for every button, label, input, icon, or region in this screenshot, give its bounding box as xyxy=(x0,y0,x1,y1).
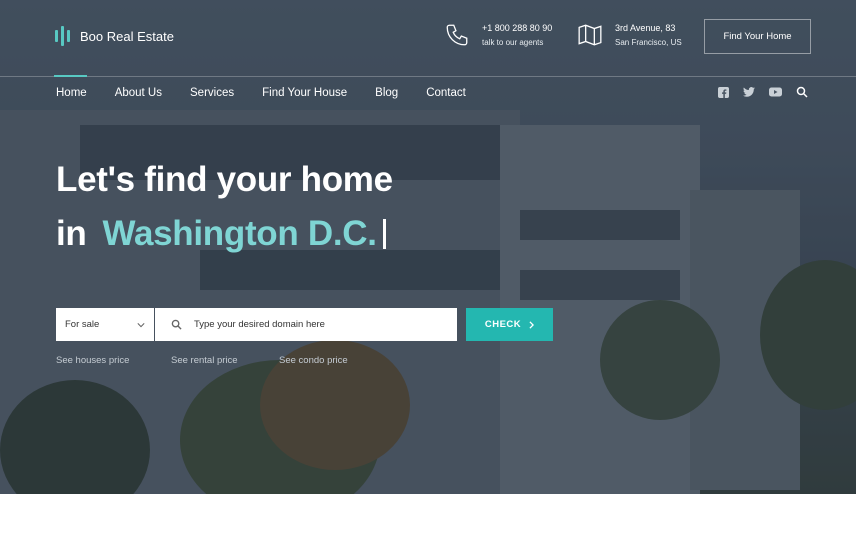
chevron-right-icon xyxy=(529,320,535,329)
listing-type-select[interactable]: For sale xyxy=(56,308,154,341)
nav-item-contact[interactable]: Contact xyxy=(426,87,466,99)
search-icon[interactable] xyxy=(796,86,808,98)
nav-item-services[interactable]: Services xyxy=(190,87,234,99)
hero-city: Washington D.C. xyxy=(102,214,377,253)
chevron-down-icon xyxy=(137,322,145,327)
address-contact: 3rd Avenue, 83 San Francisco, US xyxy=(577,22,682,48)
phone-caption: talk to our agents xyxy=(482,38,544,47)
hero-prefix: in xyxy=(56,214,87,253)
hero-headline: Let's find your home xyxy=(56,160,393,199)
hero-section: Boo Real Estate +1 800 288 80 90 talk to… xyxy=(0,0,856,494)
social-links xyxy=(718,86,808,98)
search-input[interactable] xyxy=(194,319,434,330)
text-cursor xyxy=(382,219,386,249)
nav-item-home[interactable]: Home xyxy=(56,87,87,99)
brand-name: Boo Real Estate xyxy=(80,28,174,44)
nav-active-indicator xyxy=(54,75,87,77)
phone-icon xyxy=(446,24,468,46)
twitter-icon[interactable] xyxy=(743,87,755,97)
youtube-icon[interactable] xyxy=(769,87,782,97)
address-city: San Francisco, US xyxy=(615,38,682,47)
phone-number: +1 800 288 80 90 xyxy=(482,23,553,33)
nav-item-blog[interactable]: Blog xyxy=(375,87,398,99)
phone-contact: +1 800 288 80 90 talk to our agents xyxy=(444,22,552,48)
logo-bars-icon xyxy=(55,26,70,46)
link-houses-price[interactable]: See houses price xyxy=(56,355,129,366)
link-condo-price[interactable]: See condo price xyxy=(279,355,348,366)
search-icon xyxy=(171,319,182,330)
main-nav: Home About Us Services Find Your House B… xyxy=(56,87,494,99)
hero-subheadline: in Washington D.C. xyxy=(56,214,386,254)
find-your-home-button[interactable]: Find Your Home xyxy=(704,19,811,54)
header-divider xyxy=(0,76,856,77)
brand[interactable]: Boo Real Estate xyxy=(55,26,174,46)
check-button[interactable]: CHECK xyxy=(466,308,553,341)
address-line: 3rd Avenue, 83 xyxy=(615,23,676,33)
listing-type-value: For sale xyxy=(65,319,100,330)
link-rental-price[interactable]: See rental price xyxy=(171,355,238,366)
facebook-icon[interactable] xyxy=(718,86,729,98)
content-below-hero xyxy=(0,494,856,534)
nav-item-about-us[interactable]: About Us xyxy=(115,87,162,99)
map-icon xyxy=(578,24,602,46)
nav-item-find-your-house[interactable]: Find Your House xyxy=(262,87,347,99)
check-button-label: CHECK xyxy=(484,319,522,330)
search-box xyxy=(155,308,457,341)
